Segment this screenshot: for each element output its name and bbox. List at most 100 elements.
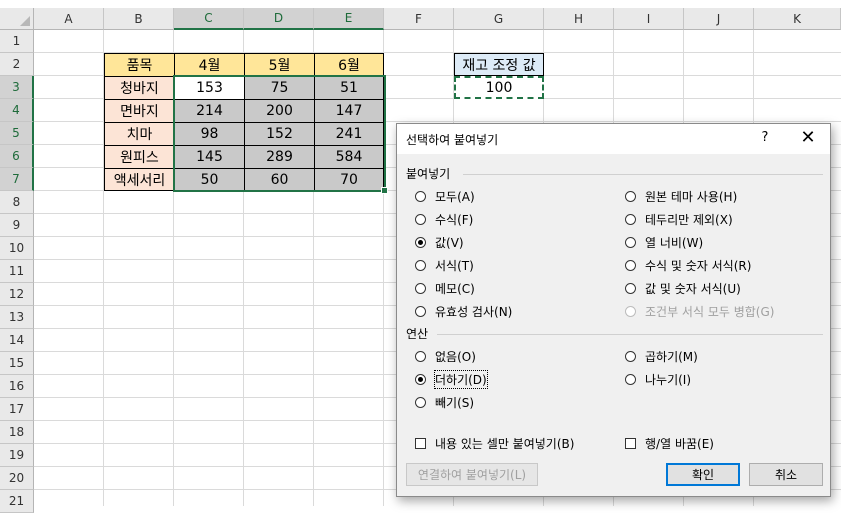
radio-button[interactable] (415, 259, 426, 271)
paste-validation-option[interactable]: 유효성 검사(N) (415, 302, 512, 320)
item-name-cell[interactable]: 원피스 (104, 145, 175, 169)
row-header-6[interactable]: 6 (0, 145, 34, 168)
radio-button-selected[interactable] (415, 236, 426, 248)
column-header-g[interactable]: G (454, 8, 544, 30)
radio-button[interactable] (625, 282, 636, 294)
column-header-e[interactable]: E (314, 8, 384, 30)
row-header-2[interactable]: 2 (0, 53, 34, 76)
item-name-cell[interactable]: 면바지 (104, 99, 175, 123)
ok-button[interactable]: 확인 (666, 463, 740, 486)
row-header-5[interactable]: 5 (0, 122, 34, 145)
value-cell[interactable]: 200 (244, 99, 315, 123)
close-icon[interactable]: ✕ (795, 126, 821, 150)
value-cell[interactable]: 98 (174, 122, 245, 146)
row-header-9[interactable]: 9 (0, 214, 34, 237)
row-header-7[interactable]: 7 (0, 168, 34, 191)
paste-all-option[interactable]: 모두(A) (415, 187, 475, 205)
operation-multiply-option[interactable]: 곱하기(M) (625, 347, 698, 365)
dialog-titlebar[interactable]: 선택하여 붙여넣기 ? ✕ (397, 124, 830, 154)
radio-button[interactable] (625, 213, 636, 225)
skip-blanks-checkbox[interactable]: 내용 있는 셀만 붙여넣기(B) (415, 434, 574, 452)
item-name-cell[interactable]: 청바지 (104, 76, 175, 100)
row-header-17[interactable]: 17 (0, 398, 34, 421)
row-header-12[interactable]: 12 (0, 283, 34, 306)
radio-button[interactable] (625, 190, 636, 202)
transpose-checkbox[interactable]: 행/열 바꿈(E) (625, 434, 714, 452)
value-cell[interactable]: 60 (244, 168, 315, 191)
paste-no-borders-option[interactable]: 테두리만 제외(X) (625, 210, 733, 228)
radio-button-selected[interactable] (415, 373, 426, 385)
value-cell[interactable]: 241 (314, 122, 384, 146)
adjust-value-cell-copied[interactable]: 100 (454, 76, 544, 99)
row-header-3[interactable]: 3 (0, 76, 34, 99)
row-header-8[interactable]: 8 (0, 191, 34, 214)
row-header-16[interactable]: 16 (0, 375, 34, 398)
column-header-c[interactable]: C (174, 8, 244, 30)
column-header-k[interactable]: K (754, 8, 841, 30)
column-header-h[interactable]: H (544, 8, 614, 30)
cancel-button[interactable]: 취소 (749, 463, 823, 486)
help-icon[interactable]: ? (755, 128, 775, 148)
header-cell-april[interactable]: 4월 (174, 53, 245, 77)
operation-subtract-option[interactable]: 빼기(S) (415, 393, 474, 411)
row-header-10[interactable]: 10 (0, 237, 34, 260)
radio-button[interactable] (415, 213, 426, 225)
value-cell[interactable]: 289 (244, 145, 315, 169)
row-header-21[interactable]: 21 (0, 490, 34, 513)
header-cell-item[interactable]: 품목 (104, 53, 175, 77)
paste-formats-option[interactable]: 서식(T) (415, 256, 474, 274)
column-header-b[interactable]: B (104, 8, 174, 30)
paste-comments-option[interactable]: 메모(C) (415, 279, 475, 297)
value-cell[interactable]: 75 (244, 76, 315, 100)
paste-column-widths-option[interactable]: 열 너비(W) (625, 233, 703, 251)
operation-add-option[interactable]: 더하기(D) (415, 369, 488, 389)
radio-button[interactable] (415, 350, 426, 362)
value-cell[interactable]: 147 (314, 99, 384, 123)
value-cell[interactable]: 145 (174, 145, 245, 169)
operation-none-option[interactable]: 없음(O) (415, 347, 476, 365)
column-header-d[interactable]: D (244, 8, 314, 30)
radio-button[interactable] (415, 282, 426, 294)
value-cell[interactable]: 51 (314, 76, 384, 100)
row-header-18[interactable]: 18 (0, 421, 34, 444)
row-header-14[interactable]: 14 (0, 329, 34, 352)
row-header-15[interactable]: 15 (0, 352, 34, 375)
value-cell-active[interactable]: 153 (174, 76, 245, 100)
radio-button[interactable] (625, 373, 636, 385)
radio-button[interactable] (415, 190, 426, 202)
value-cell[interactable]: 70 (314, 168, 384, 191)
radio-button[interactable] (415, 305, 426, 317)
row-header-1[interactable]: 1 (0, 30, 34, 53)
paste-source-theme-option[interactable]: 원본 테마 사용(H) (625, 187, 737, 205)
row-header-13[interactable]: 13 (0, 306, 34, 329)
radio-button[interactable] (625, 236, 636, 248)
value-cell[interactable]: 214 (174, 99, 245, 123)
column-header-i[interactable]: I (614, 8, 684, 30)
item-name-cell[interactable]: 액세서리 (104, 168, 175, 191)
row-header-20[interactable]: 20 (0, 467, 34, 490)
column-header-j[interactable]: J (684, 8, 754, 30)
select-all-corner[interactable] (0, 8, 34, 30)
value-cell[interactable]: 152 (244, 122, 315, 146)
value-cell[interactable]: 50 (174, 168, 245, 191)
adjust-label-cell[interactable]: 재고 조정 값 (454, 53, 544, 76)
column-header-a[interactable]: A (34, 8, 104, 30)
paste-formulas-number-formats-option[interactable]: 수식 및 숫자 서식(R) (625, 256, 751, 274)
row-header-4[interactable]: 4 (0, 99, 34, 122)
radio-button[interactable] (415, 396, 426, 408)
operation-divide-option[interactable]: 나누기(I) (625, 370, 691, 388)
row-header-19[interactable]: 19 (0, 444, 34, 467)
item-name-cell[interactable]: 치마 (104, 122, 175, 146)
header-cell-june[interactable]: 6월 (314, 53, 384, 77)
checkbox[interactable] (625, 437, 636, 449)
radio-button[interactable] (625, 259, 636, 271)
paste-formulas-option[interactable]: 수식(F) (415, 210, 473, 228)
header-cell-may[interactable]: 5월 (244, 53, 315, 77)
column-header-f[interactable]: F (384, 8, 454, 30)
paste-values-number-formats-option[interactable]: 값 및 숫자 서식(U) (625, 279, 741, 297)
checkbox[interactable] (415, 437, 426, 449)
paste-values-option[interactable]: 값(V) (415, 233, 464, 251)
radio-button[interactable] (625, 350, 636, 362)
value-cell[interactable]: 584 (314, 145, 384, 169)
row-header-11[interactable]: 11 (0, 260, 34, 283)
